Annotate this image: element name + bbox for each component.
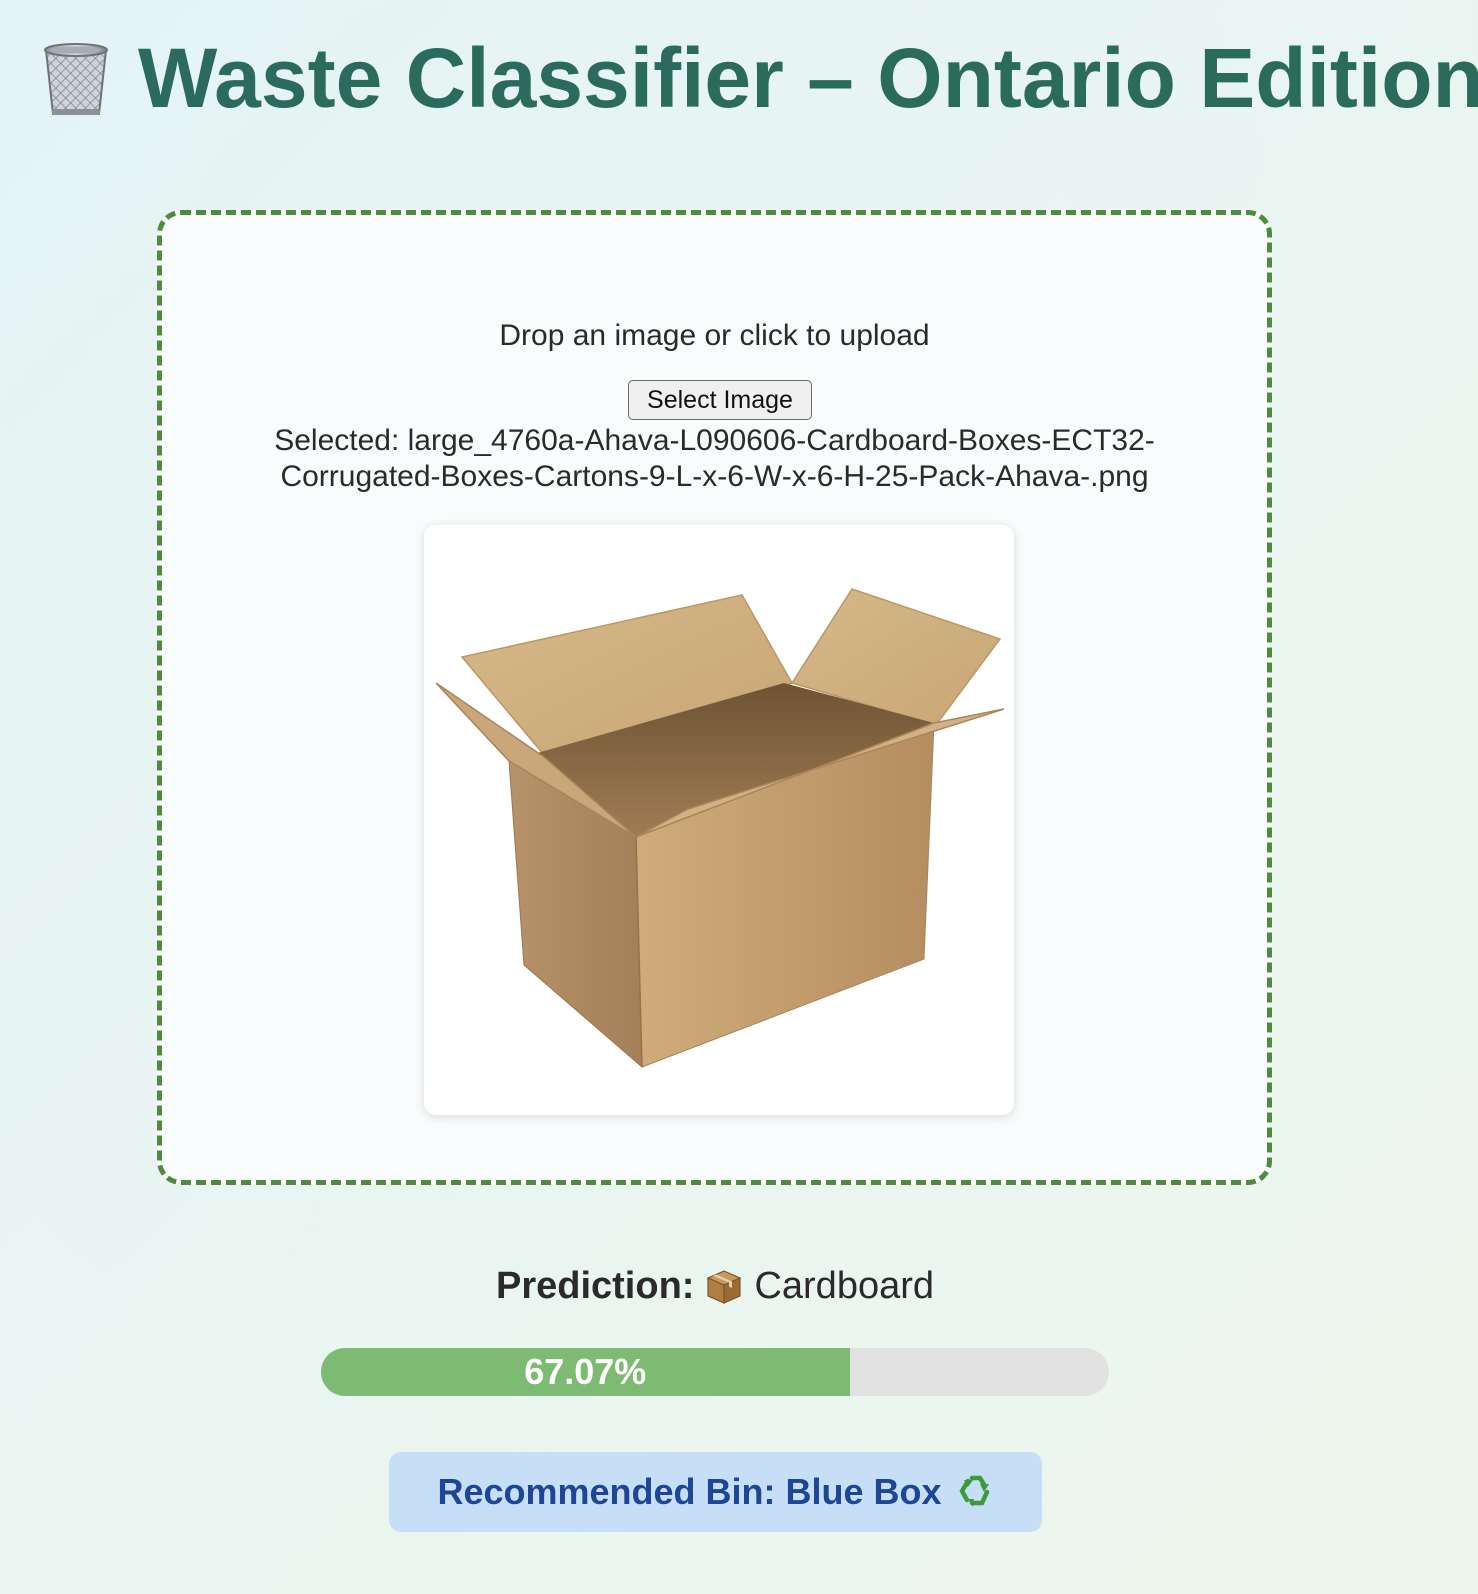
recommended-bin-badge: Recommended Bin: Blue Box (389, 1452, 1042, 1532)
package-icon (704, 1266, 744, 1306)
selected-file-name: Selected: large_4760a-Ahava-L090606-Card… (274, 424, 1155, 493)
prediction-value: Cardboard (754, 1265, 935, 1307)
app-header: Waste Classifier – Ontario Edition (36, 28, 1478, 128)
cardboard-box-image (435, 588, 1005, 1069)
prediction-result: Prediction: Cardboard (0, 1262, 1430, 1310)
recommended-bin-text: Recommended Bin: Blue Box (437, 1471, 942, 1512)
upload-hint: Drop an image or click to upload (499, 319, 930, 352)
page-title: Waste Classifier – Ontario Edition (138, 31, 1478, 125)
wastebasket-icon (36, 38, 116, 118)
prediction-label: Prediction: (495, 1265, 695, 1307)
select-image-button[interactable]: Select Image (628, 380, 812, 420)
confidence-text: 67.07% (524, 1351, 647, 1392)
image-preview (424, 525, 1014, 1115)
recycling-icon (954, 1472, 994, 1512)
upload-dropzone[interactable]: Drop an image or click to upload Select … (157, 210, 1272, 1185)
confidence-bar: 67.07% (321, 1348, 1109, 1396)
